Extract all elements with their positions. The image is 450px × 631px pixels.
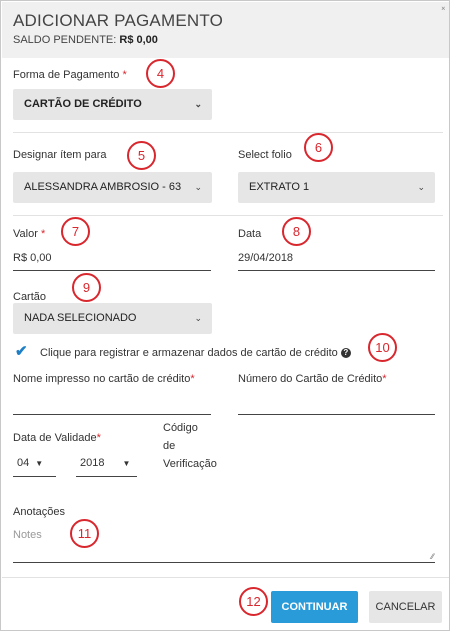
assign-item-label: Designar ítem para [13, 149, 107, 161]
pending-balance-value: R$ 0,00 [119, 34, 158, 46]
expiry-month-select[interactable]: 04 ▼ [17, 457, 43, 469]
expiry-year-underline [76, 476, 137, 477]
cvv-label: Código de Verificação [163, 419, 217, 473]
cvv-label-line: Código [163, 422, 198, 434]
payment-method-value: CARTÃO DE CRÉDITO [24, 98, 142, 110]
amount-input[interactable]: R$ 0,00 [13, 252, 52, 264]
expiry-label: Data de Validade* [13, 432, 101, 444]
callout-5: 5 [127, 141, 156, 170]
date-input[interactable]: 29/04/2018 [238, 252, 293, 264]
save-card-label-text: Clique para registrar e armazenar dados … [40, 347, 338, 359]
callout-9: 9 [72, 273, 101, 302]
resize-handle-icon[interactable]: ∕∕ [431, 552, 434, 561]
caret-down-icon: ▼ [122, 459, 131, 468]
card-label: Cartão [13, 291, 47, 303]
caret-down-icon: ▼ [35, 459, 44, 468]
help-icon[interactable]: ? [340, 348, 351, 359]
cancel-button[interactable]: CANCELAR [369, 591, 442, 623]
assign-item-value: ALESSANDRA AMBROSIO - 63 [24, 181, 182, 193]
callout-12: 12 [239, 587, 268, 616]
expiry-year-value: 2018 [80, 457, 105, 469]
amount-underline [13, 270, 211, 271]
required-mark: * [122, 69, 127, 81]
close-icon[interactable]: ˟ [442, 6, 445, 17]
card-number-label: Número do Cartão de Crédito* [238, 373, 387, 385]
callout-10: 10 [368, 333, 397, 362]
expiry-year-select[interactable]: 2018 ▼ [80, 457, 130, 469]
card-value: NADA SELECIONADO [24, 312, 137, 324]
callout-7: 7 [61, 217, 90, 246]
date-underline [238, 270, 435, 271]
amount-label-text: Valor [13, 228, 38, 240]
expiry-month-underline [13, 476, 56, 477]
payment-method-label: Forma de Pagamento * [13, 69, 127, 81]
checkmark-icon[interactable]: ✔ [15, 342, 28, 360]
expiry-label-text: Data de Validade [13, 432, 97, 444]
required-mark: * [40, 228, 46, 240]
payment-method-label-text: Forma de Pagamento [13, 69, 120, 81]
pending-balance-label: SALDO PENDENTE: [13, 34, 117, 46]
card-select[interactable]: NADA SELECIONADO ⌄ [13, 303, 212, 334]
divider [13, 132, 443, 133]
modal-header: ADICIONAR PAGAMENTO SALDO PENDENTE: R$ 0… [2, 2, 449, 58]
notes-label: Anotações [13, 506, 65, 518]
expiry-month-value: 04 [17, 457, 30, 469]
add-payment-modal: ADICIONAR PAGAMENTO SALDO PENDENTE: R$ 0… [0, 0, 450, 631]
cvv-label-line: de [163, 440, 176, 452]
notes-placeholder: Notes [13, 529, 42, 541]
callout-8: 8 [282, 217, 311, 246]
callout-11: 11 [70, 519, 99, 548]
chevron-down-icon: ⌄ [194, 99, 202, 109]
folio-value: EXTRATO 1 [249, 181, 310, 193]
required-mark: * [382, 373, 387, 385]
callout-4: 4 [146, 59, 175, 88]
modal-title: ADICIONAR PAGAMENTO [13, 11, 224, 30]
assign-item-select[interactable]: ALESSANDRA AMBROSIO - 63 ⌄ [13, 172, 212, 203]
required-mark: * [96, 432, 101, 444]
required-mark: * [190, 373, 195, 385]
cvv-label-line: Verificação [163, 458, 217, 470]
card-name-label: Nome impresso no cartão de crédito* [13, 373, 195, 385]
payment-method-select[interactable]: CARTÃO DE CRÉDITO ⌄ [13, 89, 212, 120]
date-label: Data [238, 228, 262, 240]
chevron-down-icon: ⌄ [194, 313, 202, 323]
card-name-label-text: Nome impresso no cartão de crédito [13, 373, 191, 385]
card-number-input[interactable] [238, 414, 435, 415]
pending-balance: SALDO PENDENTE: R$ 0,00 [13, 34, 449, 46]
continue-button[interactable]: CONTINUAR [271, 591, 358, 623]
chevron-down-icon: ⌄ [417, 182, 425, 192]
callout-6: 6 [304, 133, 333, 162]
chevron-down-icon: ⌄ [194, 182, 202, 192]
folio-select[interactable]: EXTRATO 1 ⌄ [238, 172, 435, 203]
amount-label: Valor * [13, 228, 45, 240]
footer-divider [2, 577, 449, 578]
folio-label: Select folio [238, 149, 292, 161]
card-number-label-text: Número do Cartão de Crédito [238, 373, 383, 385]
card-name-input[interactable] [13, 414, 211, 415]
divider [13, 215, 443, 216]
save-card-label[interactable]: Clique para registrar e armazenar dados … [40, 347, 351, 359]
